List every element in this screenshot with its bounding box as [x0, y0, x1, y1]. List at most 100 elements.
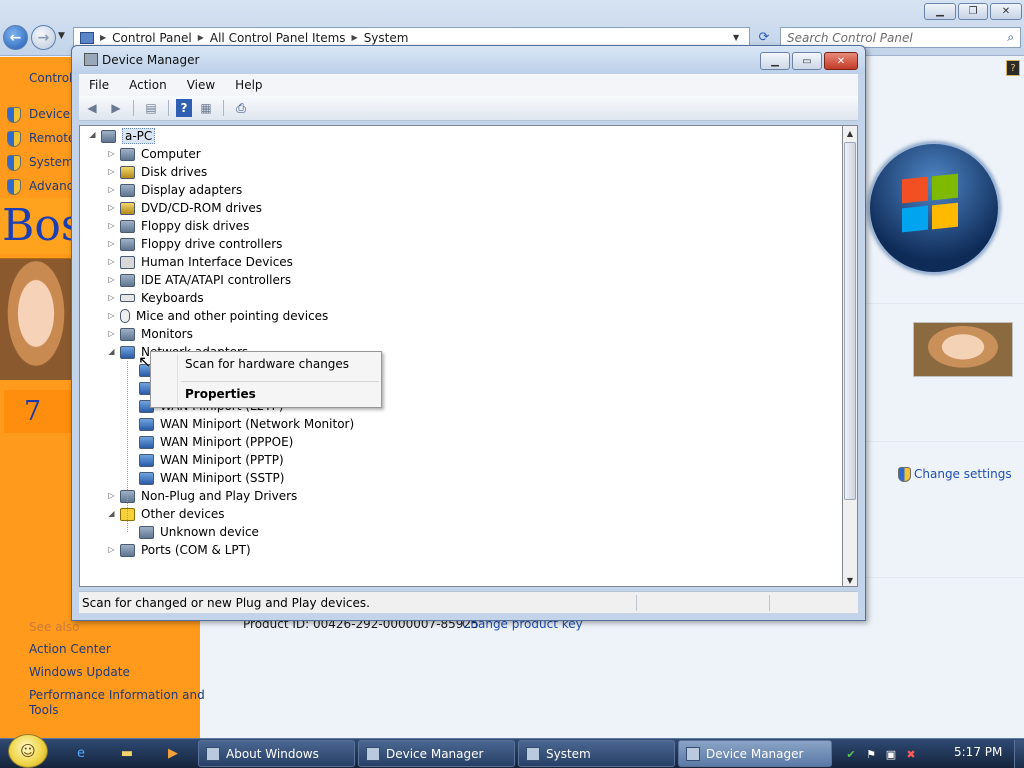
- close-button[interactable]: ✕: [824, 52, 858, 70]
- properties-icon[interactable]: ▦: [196, 99, 216, 117]
- menu-view[interactable]: View: [177, 78, 225, 92]
- vertical-scrollbar[interactable]: ▲ ▼: [843, 125, 858, 587]
- taskbar-device-manager-1[interactable]: Device Manager: [358, 740, 515, 767]
- breadcrumb-all-items[interactable]: All Control Panel Items: [210, 31, 346, 45]
- tree-category-item[interactable]: Display adapters: [120, 181, 242, 199]
- taskbar-system[interactable]: System: [518, 740, 675, 767]
- expand-toggle-icon[interactable]: ▷: [107, 167, 116, 176]
- forward-arrow-icon[interactable]: ▶: [106, 99, 126, 117]
- tree-category-item[interactable]: Keyboards: [120, 289, 204, 307]
- show-desktop-button[interactable]: [1014, 740, 1024, 768]
- tree-device-item[interactable]: WAN Miniport (Network Monitor): [139, 415, 354, 433]
- volume-muted-icon[interactable]: ✖: [904, 747, 918, 761]
- action-center-link[interactable]: Action Center: [29, 642, 111, 656]
- tree-category-item[interactable]: Non-Plug and Play Drivers: [120, 487, 297, 505]
- properties-menu-item[interactable]: Properties: [185, 387, 256, 401]
- collapse-toggle-icon[interactable]: ◢: [107, 509, 116, 518]
- task-system-protection-link[interactable]: System: [29, 155, 74, 169]
- explorer-close-button[interactable]: ✕: [990, 3, 1022, 20]
- menu-file[interactable]: File: [79, 78, 119, 92]
- menu-help[interactable]: Help: [225, 78, 272, 92]
- help-icon[interactable]: ?: [1006, 60, 1020, 76]
- tree-category-item[interactable]: Human Interface Devices: [120, 253, 293, 271]
- tree-category-item[interactable]: Ports (COM & LPT): [120, 541, 251, 559]
- tree-device-item[interactable]: Unknown device: [139, 523, 259, 541]
- windows-update-link[interactable]: Windows Update: [29, 665, 130, 679]
- menu-action[interactable]: Action: [119, 78, 177, 92]
- show-hide-console-tree-icon[interactable]: ▤: [141, 99, 161, 117]
- explorer-restore-button[interactable]: ❐: [958, 3, 988, 20]
- expand-toggle-icon[interactable]: ▷: [107, 545, 116, 554]
- clock[interactable]: 5:17 PM: [954, 745, 1002, 759]
- performance-info-link-line2[interactable]: Tools: [29, 703, 59, 717]
- task-remote-settings-link[interactable]: Remote: [29, 131, 75, 145]
- address-dropdown-icon[interactable]: ▼: [733, 33, 739, 42]
- tree-category-item[interactable]: IDE ATA/ATAPI controllers: [120, 271, 291, 289]
- tree-category-item[interactable]: Other devices: [120, 505, 225, 523]
- explorer-minimize-button[interactable]: ▁: [924, 3, 956, 20]
- back-button[interactable]: ←: [3, 25, 28, 50]
- collapse-toggle-icon[interactable]: ◢: [107, 347, 116, 356]
- performance-info-link[interactable]: Performance Information and: [29, 688, 205, 702]
- scan-hardware-icon[interactable]: ⎙: [231, 99, 251, 117]
- minimize-button[interactable]: ▁: [760, 52, 790, 70]
- network-adapter-icon: [139, 453, 154, 467]
- expand-toggle-icon[interactable]: ▷: [107, 311, 116, 320]
- flag-green-pane: [932, 173, 958, 201]
- expand-toggle-icon[interactable]: ▷: [107, 203, 116, 212]
- internet-explorer-icon[interactable]: e: [72, 744, 90, 762]
- network-icon[interactable]: ▣: [884, 747, 898, 761]
- help-icon[interactable]: ?: [176, 99, 192, 117]
- tree-item-label: Display adapters: [141, 183, 243, 197]
- expand-toggle-icon[interactable]: ▷: [107, 275, 116, 284]
- maximize-button[interactable]: ▭: [792, 52, 822, 70]
- tree-device-item[interactable]: WAN Miniport (PPTP): [139, 451, 284, 469]
- tree-category-item[interactable]: DVD/CD-ROM drives: [120, 199, 262, 217]
- tree-root-label: a-PC: [122, 128, 156, 144]
- control-panel-home-link[interactable]: Control: [29, 71, 72, 85]
- media-player-icon[interactable]: ▶: [164, 744, 182, 762]
- breadcrumb-control-panel[interactable]: Control Panel: [112, 31, 192, 45]
- tree-category-item[interactable]: Computer: [120, 145, 201, 163]
- breadcrumb-separator-icon: ▶: [197, 33, 204, 42]
- expand-toggle-icon[interactable]: ▷: [107, 257, 116, 266]
- taskbar-device-manager-2[interactable]: Device Manager: [678, 740, 832, 767]
- recent-pages-dropdown[interactable]: ▼: [58, 31, 65, 41]
- promo-child-photo: [0, 258, 72, 380]
- device-manager-icon: [686, 746, 700, 761]
- breadcrumb-system[interactable]: System: [364, 31, 409, 45]
- expand-toggle-icon[interactable]: ▷: [107, 329, 116, 338]
- change-settings-link[interactable]: Change settings: [914, 467, 1012, 481]
- tree-item-label: Floppy drive controllers: [141, 237, 283, 251]
- expand-toggle-icon[interactable]: ▷: [107, 149, 116, 158]
- scroll-thumb[interactable]: [844, 142, 856, 500]
- tree-category-item[interactable]: Disk drives: [120, 163, 207, 181]
- device-manager-titlebar[interactable]: Device Manager ▁ ▭ ✕: [72, 46, 865, 74]
- action-center-flag-icon[interactable]: ⚑: [864, 747, 878, 761]
- expand-toggle-icon[interactable]: ▷: [107, 491, 116, 500]
- scan-hardware-menu-item[interactable]: Scan for hardware changes: [185, 357, 349, 371]
- expand-toggle-icon[interactable]: ▷: [107, 185, 116, 194]
- back-arrow-icon[interactable]: ◀: [82, 99, 102, 117]
- collapse-toggle-icon[interactable]: ◢: [88, 130, 97, 139]
- tree-item-label: Floppy disk drives: [141, 219, 250, 233]
- start-button[interactable]: ☺: [8, 734, 48, 768]
- folder-icon[interactable]: ▬: [118, 744, 136, 762]
- expand-toggle-icon[interactable]: ▷: [107, 239, 116, 248]
- tree-device-item[interactable]: WAN Miniport (PPPOE): [139, 433, 293, 451]
- tree-category-item[interactable]: Monitors: [120, 325, 193, 343]
- taskbar-task-label: About Windows: [226, 746, 319, 761]
- breadcrumb-separator-icon: ▶: [351, 33, 358, 42]
- tree-category-item[interactable]: Mice and other pointing devices: [120, 307, 328, 325]
- forward-button[interactable]: →: [31, 25, 56, 50]
- scroll-up-arrow-icon[interactable]: ▲: [843, 126, 857, 140]
- taskbar-about-windows[interactable]: About Windows: [198, 740, 355, 767]
- expand-toggle-icon[interactable]: ▷: [107, 221, 116, 230]
- security-shield-icon[interactable]: ✔: [844, 747, 858, 761]
- expand-toggle-icon[interactable]: ▷: [107, 293, 116, 302]
- tree-category-item[interactable]: Floppy drive controllers: [120, 235, 282, 253]
- scroll-down-arrow-icon[interactable]: ▼: [843, 573, 857, 587]
- tree-category-item[interactable]: Floppy disk drives: [120, 217, 249, 235]
- tree-device-item[interactable]: WAN Miniport (SSTP): [139, 469, 284, 487]
- tree-root[interactable]: a-PC: [101, 127, 156, 145]
